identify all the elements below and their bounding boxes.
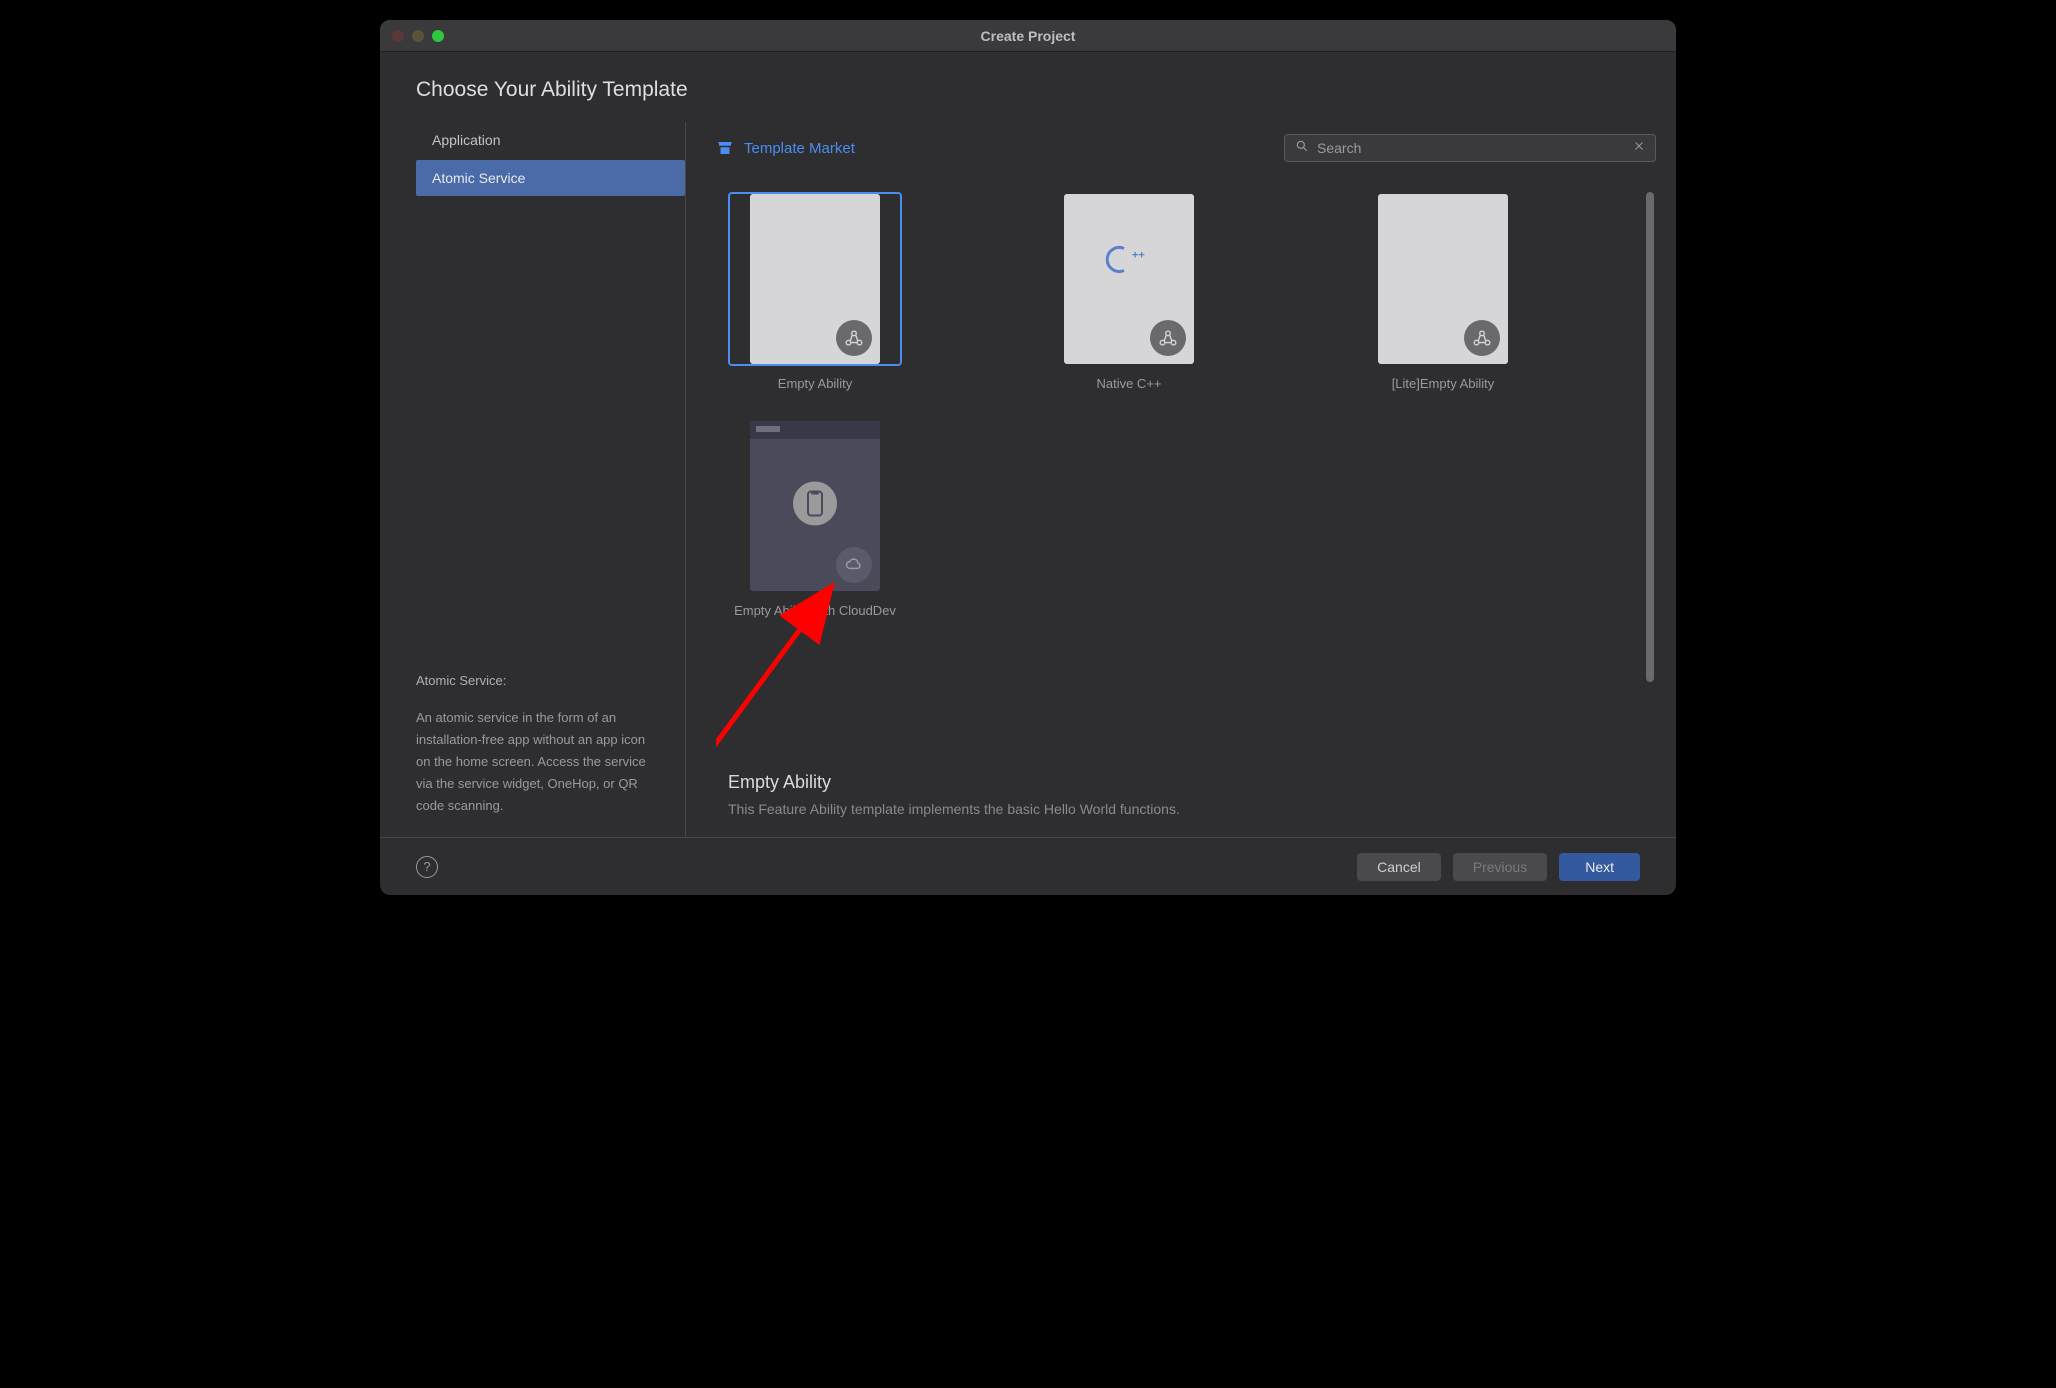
content-area: Application Atomic Service Atomic Servic… bbox=[380, 122, 1676, 837]
template-empty-ability-clouddev[interactable]: Empty Ability with CloudDev bbox=[728, 419, 902, 618]
description-heading: Atomic Service: bbox=[416, 670, 649, 692]
window-title: Create Project bbox=[981, 28, 1076, 44]
sidebar-item-atomic-service[interactable]: Atomic Service bbox=[416, 160, 685, 196]
project-wizard-window: Create Project Choose Your Ability Templ… bbox=[380, 20, 1676, 895]
detail-title: Empty Ability bbox=[728, 772, 1656, 793]
template-label: Native C++ bbox=[1096, 376, 1161, 391]
help-button[interactable]: ? bbox=[416, 856, 438, 878]
scrollbar[interactable] bbox=[1646, 192, 1654, 682]
close-window-button[interactable] bbox=[392, 30, 404, 42]
templates-grid: Empty Ability ++ bbox=[716, 192, 1656, 618]
previous-button[interactable]: Previous bbox=[1453, 853, 1547, 881]
phone-icon bbox=[793, 482, 837, 531]
minimize-window-button[interactable] bbox=[412, 30, 424, 42]
template-market-label: Template Market bbox=[744, 140, 855, 157]
main-panel: Template Market bbox=[686, 122, 1676, 837]
thumbnail-image: ++ bbox=[1064, 194, 1194, 364]
page-title: Choose Your Ability Template bbox=[380, 52, 1676, 122]
template-thumbnail bbox=[728, 192, 902, 366]
template-label: Empty Ability with CloudDev bbox=[734, 603, 896, 618]
titlebar: Create Project bbox=[380, 20, 1676, 52]
atom-badge-icon bbox=[1150, 320, 1186, 356]
template-detail: Empty Ability This Feature Ability templ… bbox=[716, 764, 1656, 837]
footer: ? Cancel Previous Next bbox=[380, 837, 1676, 895]
template-thumbnail bbox=[728, 419, 902, 593]
cancel-button[interactable]: Cancel bbox=[1357, 853, 1441, 881]
thumbnail-image bbox=[1378, 194, 1508, 364]
template-thumbnail bbox=[1356, 192, 1530, 366]
template-label: Empty Ability bbox=[778, 376, 852, 391]
description-body: An atomic service in the form of an inst… bbox=[416, 707, 649, 817]
search-input[interactable] bbox=[1317, 140, 1625, 156]
help-icon: ? bbox=[423, 859, 430, 874]
sidebar: Application Atomic Service Atomic Servic… bbox=[380, 122, 686, 837]
svg-text:++: ++ bbox=[1132, 250, 1145, 262]
sidebar-item-label: Atomic Service bbox=[432, 170, 525, 186]
thumbnail-image bbox=[750, 194, 880, 364]
sidebar-item-label: Application bbox=[432, 132, 501, 148]
template-native-cpp[interactable]: ++ Native C++ bbox=[1042, 192, 1216, 391]
next-button[interactable]: Next bbox=[1559, 853, 1640, 881]
template-label: [Lite]Empty Ability bbox=[1392, 376, 1495, 391]
store-icon bbox=[716, 139, 734, 157]
category-description: Atomic Service: An atomic service in the… bbox=[380, 670, 685, 837]
templates-area: Empty Ability ++ bbox=[716, 174, 1656, 764]
cloud-badge-icon bbox=[836, 547, 872, 583]
maximize-window-button[interactable] bbox=[432, 30, 444, 42]
cpp-icon: ++ bbox=[1104, 245, 1154, 280]
sidebar-item-application[interactable]: Application bbox=[416, 122, 685, 158]
search-field-wrap[interactable] bbox=[1284, 134, 1656, 162]
atom-badge-icon bbox=[1464, 320, 1500, 356]
template-market-link[interactable]: Template Market bbox=[716, 139, 855, 157]
detail-description: This Feature Ability template implements… bbox=[728, 801, 1656, 817]
footer-buttons: Cancel Previous Next bbox=[1357, 853, 1640, 881]
search-icon bbox=[1295, 139, 1309, 158]
template-empty-ability[interactable]: Empty Ability bbox=[728, 192, 902, 391]
template-thumbnail: ++ bbox=[1042, 192, 1216, 366]
atom-badge-icon bbox=[836, 320, 872, 356]
category-list: Application Atomic Service bbox=[380, 122, 685, 670]
main-header: Template Market bbox=[716, 122, 1656, 174]
thumbnail-image bbox=[750, 421, 880, 591]
window-controls bbox=[380, 30, 444, 42]
template-lite-empty-ability[interactable]: [Lite]Empty Ability bbox=[1356, 192, 1530, 391]
clear-search-icon[interactable] bbox=[1633, 139, 1645, 157]
